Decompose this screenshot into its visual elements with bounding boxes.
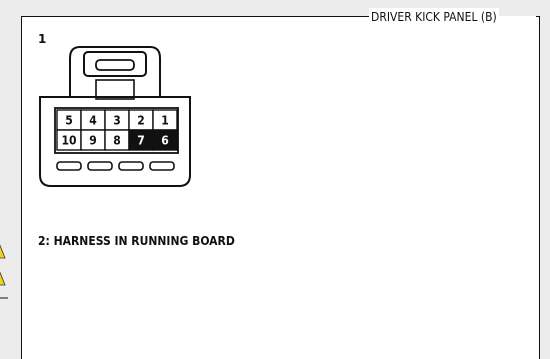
warning-triangle-icon (0, 271, 6, 286)
latch-slot (95, 59, 135, 71)
pin-grid: 5 4 3 2 1 10 9 8 7 6 (56, 109, 178, 151)
pin-label: 5 (65, 114, 73, 128)
pin-label: 8 (113, 134, 121, 148)
pin-label: 9 (89, 134, 97, 148)
connector-drawing: 5 4 3 2 1 10 9 8 7 6 (0, 46, 191, 299)
bottom-key (87, 161, 113, 171)
bottom-key (118, 161, 144, 171)
warning-triangle-icon (0, 244, 6, 259)
pin-label: 3 (113, 114, 121, 128)
bottom-key (56, 161, 82, 171)
bottom-key (149, 161, 175, 171)
pin-label: 6 (161, 134, 169, 148)
pin-label: 2 (137, 114, 145, 128)
pin-label: 1 (161, 114, 169, 128)
latch-inner (83, 51, 147, 77)
diagram-stage: DRIVER KICK PANEL (B) 1 2: HARNESS IN RU… (0, 0, 550, 359)
pin-label: 7 (137, 134, 145, 148)
pin-label: 10 (61, 134, 76, 148)
pin-label: 4 (89, 114, 97, 128)
